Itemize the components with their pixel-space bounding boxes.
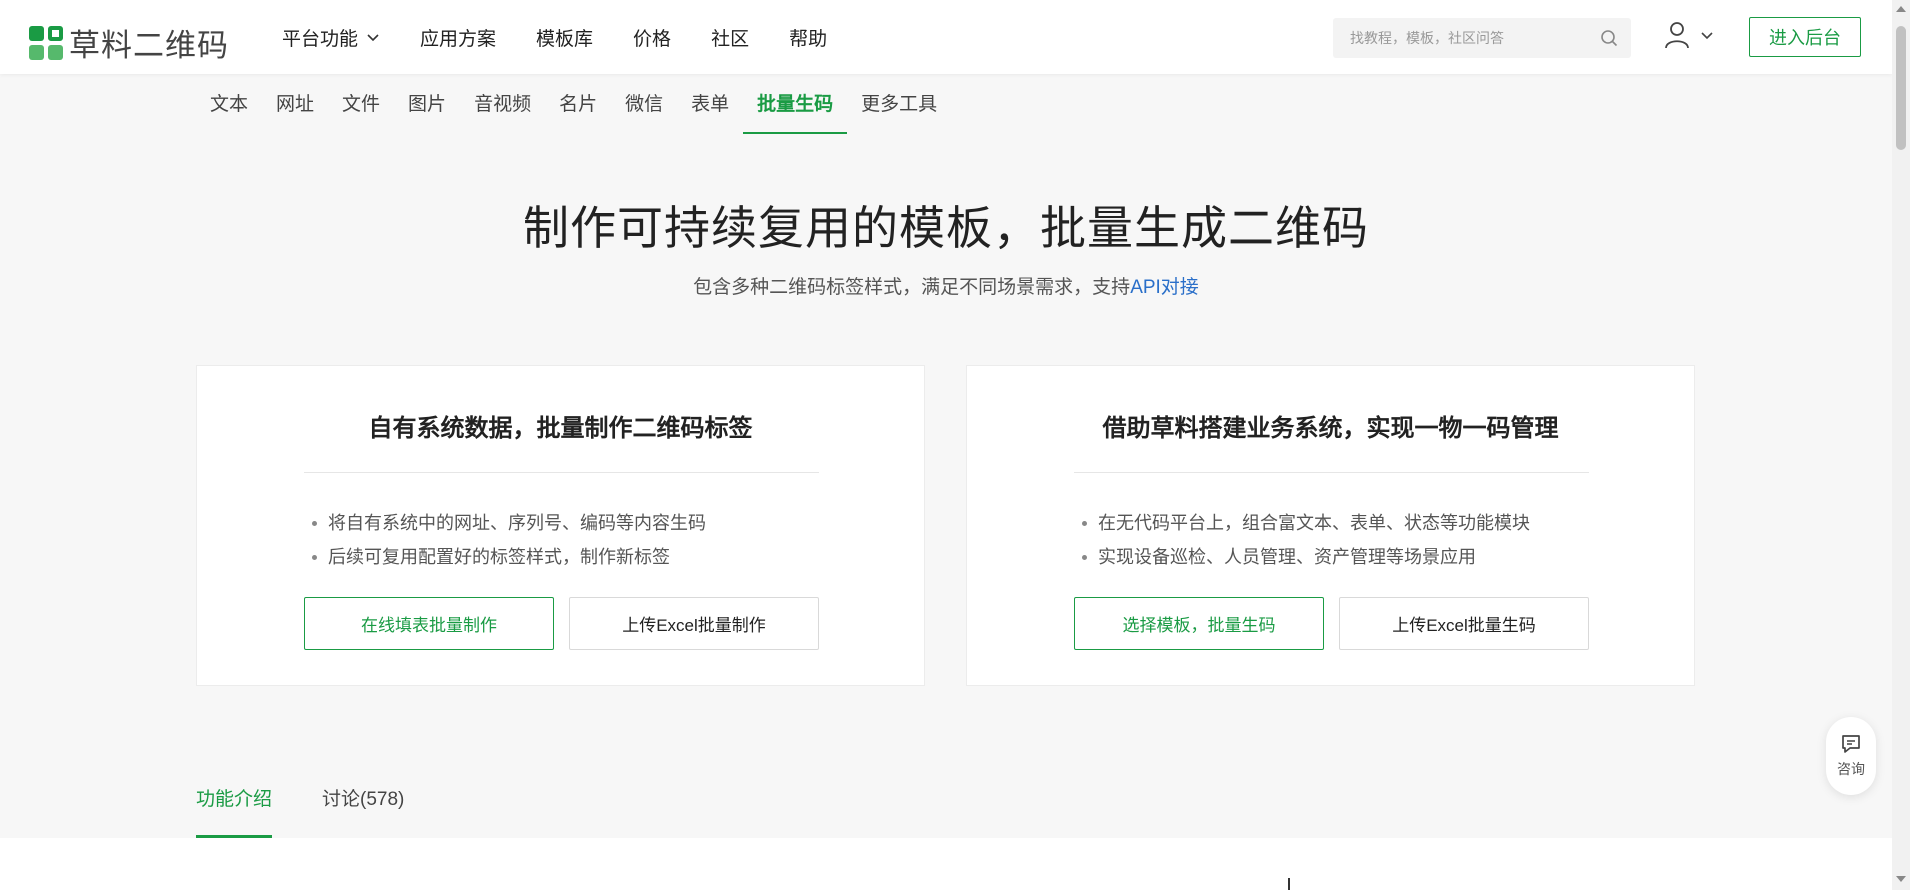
divider [1288,878,1290,890]
brand-logo[interactable]: 草料二维码 [29,20,229,65]
subtitle-text: 包含多种二维码标签样式，满足不同场景需求，支持 [693,277,1131,298]
tab-text[interactable]: 文本 [196,76,262,134]
divider [304,472,819,473]
top-header: 草料二维码 平台功能 应用方案 模板库 价格 社区 帮助 进入后台 [0,0,1892,74]
nav-item-templates[interactable]: 模板库 [536,24,593,51]
scroll-thumb[interactable] [1896,26,1906,150]
card-own-system: 自有系统数据，批量制作二维码标签 将自有系统中的网址、序列号、编码等内容生码 后… [196,365,925,686]
tab-image[interactable]: 图片 [394,76,460,134]
nav-item-label: 应用方案 [420,28,497,50]
page-title: 制作可持续复用的模板，批量生成二维码 [523,202,1369,254]
upload-excel-batch-button[interactable]: 上传Excel批量制作 [569,597,819,650]
detail-tabs: 功能介绍 讨论(578) [196,770,454,838]
card-business-system: 借助草料搭建业务系统，实现一物一码管理 在无代码平台上，组合富文本、表单、状态等… [966,365,1695,686]
consult-button[interactable]: 咨询 [1826,717,1876,795]
nav-item-community[interactable]: 社区 [711,24,749,51]
logo-icon [29,25,63,60]
tab-more-tools[interactable]: 更多工具 [847,76,951,134]
content-area [0,838,1892,890]
api-link[interactable]: API对接 [1130,277,1199,298]
nav-item-platform[interactable]: 平台功能 [282,24,380,51]
list-item: 将自有系统中的网址、序列号、编码等内容生码 [304,506,706,540]
online-form-batch-button[interactable]: 在线填表批量制作 [304,597,554,650]
tab-wechat[interactable]: 微信 [611,76,677,134]
tab-discussion[interactable]: 讨论(578) [322,770,404,838]
search-box [1333,18,1631,58]
card-title: 自有系统数据，批量制作二维码标签 [368,415,753,442]
chat-icon [1842,735,1860,753]
enter-console-button[interactable]: 进入后台 [1749,17,1861,57]
tab-url[interactable]: 网址 [262,76,328,134]
generator-tabs: 文本 网址 文件 图片 音视频 名片 微信 表单 批量生码 更多工具 [196,76,951,136]
nav-item-pricing[interactable]: 价格 [633,24,671,51]
chevron-down-icon [367,34,379,42]
nav-item-label: 平台功能 [282,28,359,50]
tab-batch-generate[interactable]: 批量生码 [743,76,848,134]
main-nav: 平台功能 应用方案 模板库 价格 社区 帮助 [282,0,867,74]
nav-item-label: 帮助 [789,28,828,50]
user-icon [1665,22,1689,49]
upload-excel-generate-button[interactable]: 上传Excel批量生码 [1339,597,1589,650]
page-subtitle: 包含多种二维码标签样式，满足不同场景需求，支持API对接 [0,272,1892,299]
card-bullets: 在无代码平台上，组合富文本、表单、状态等功能模块 实现设备巡检、人员管理、资产管… [1074,506,1530,574]
chevron-down-icon [1701,32,1713,40]
list-item: 实现设备巡检、人员管理、资产管理等场景应用 [1074,540,1530,574]
brand-name: 草料二维码 [69,28,229,63]
tab-business-card[interactable]: 名片 [545,76,611,134]
scroll-up-icon[interactable] [1896,6,1906,12]
nav-item-help[interactable]: 帮助 [789,24,827,51]
tab-feature-intro[interactable]: 功能介绍 [196,770,273,838]
nav-item-label: 模板库 [536,28,594,50]
page-scrollbar[interactable] [1892,0,1910,890]
divider [1074,472,1589,473]
list-item: 在无代码平台上，组合富文本、表单、状态等功能模块 [1074,506,1530,540]
nav-item-solutions[interactable]: 应用方案 [420,24,496,51]
scroll-down-icon[interactable] [1896,876,1906,882]
card-bullets: 将自有系统中的网址、序列号、编码等内容生码 后续可复用配置好的标签样式，制作新标… [304,506,706,574]
tab-file[interactable]: 文件 [328,76,394,134]
card-title: 借助草料搭建业务系统，实现一物一码管理 [1102,415,1559,442]
user-menu[interactable] [1664,20,1714,50]
search-icon[interactable] [1599,28,1619,48]
nav-item-label: 价格 [633,28,672,50]
search-input[interactable] [1333,30,1583,46]
nav-item-label: 社区 [711,28,750,50]
select-template-batch-button[interactable]: 选择模板，批量生码 [1074,597,1324,650]
list-item: 后续可复用配置好的标签样式，制作新标签 [304,540,706,574]
tab-audio-video[interactable]: 音视频 [460,76,545,134]
consult-label: 咨询 [1837,761,1865,777]
tab-form[interactable]: 表单 [677,76,743,134]
